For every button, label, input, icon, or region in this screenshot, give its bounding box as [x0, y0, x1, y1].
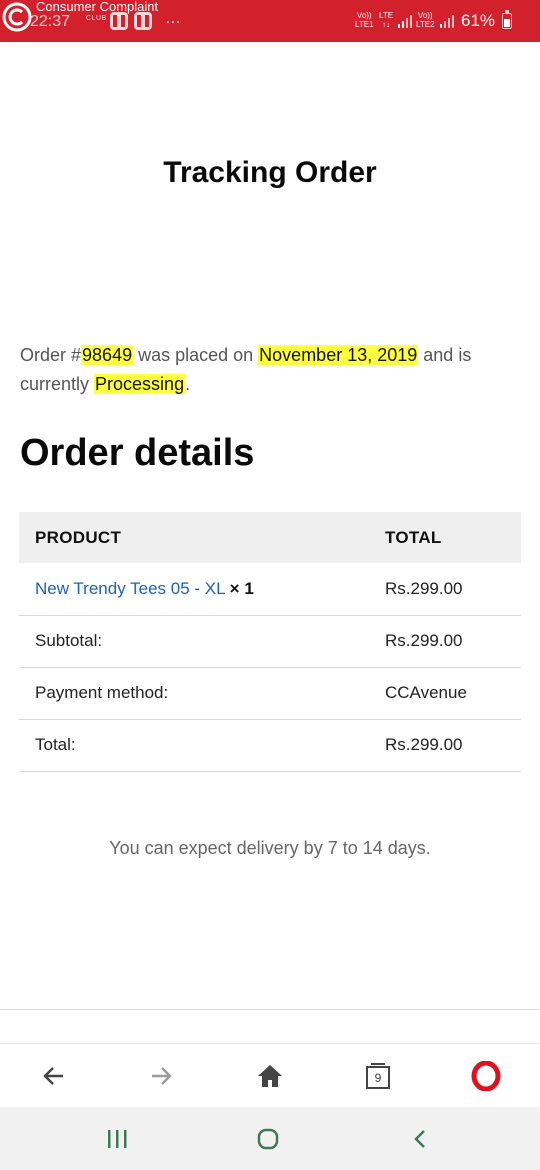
tab-count: 9 — [374, 1071, 382, 1085]
recent-apps-button[interactable] — [87, 1107, 147, 1170]
total-value: Rs.299.00 — [369, 719, 521, 772]
table-row: Total: Rs.299.00 — [19, 719, 521, 772]
product-total: Rs.299.00 — [369, 563, 521, 616]
recent-apps-icon — [108, 1129, 127, 1148]
back-button[interactable] — [24, 1044, 84, 1108]
table-row: Subtotal: Rs.299.00 — [19, 615, 521, 668]
order-number: 98649 — [81, 345, 134, 365]
home-button[interactable] — [240, 1044, 300, 1108]
android-home-button[interactable] — [238, 1107, 298, 1170]
battery-percentage: 61% — [461, 11, 496, 30]
opera-menu-button[interactable] — [456, 1044, 516, 1108]
signal-strength-icon — [398, 15, 412, 28]
back-arrow-icon — [43, 1067, 63, 1085]
android-back-button[interactable] — [390, 1107, 450, 1170]
more-notifications-icon: … — [165, 10, 182, 27]
footer-divider — [0, 1009, 540, 1010]
subtotal-value: Rs.299.00 — [369, 615, 521, 668]
table-row: Payment method: CCAvenue — [19, 667, 521, 720]
lte-data-label: LTE ↑↓ — [379, 11, 394, 29]
clock: 22:37 — [30, 13, 71, 30]
tabs-button[interactable]: 9 — [348, 1044, 408, 1108]
table-row: New Trendy Tees 05 - XL × 1 Rs.299.00 — [19, 563, 521, 616]
club-notification-icon: CLUB — [86, 15, 107, 22]
page-title: Tracking Order — [163, 156, 377, 189]
delivery-note: You can expect delivery by 7 to 14 days. — [109, 838, 431, 858]
consumer-complaint-logo-icon — [2, 2, 32, 32]
home-circle-icon — [257, 1128, 279, 1149]
opera-icon — [471, 1061, 501, 1091]
home-icon — [258, 1065, 282, 1087]
payment-method-label: Payment method: — [19, 667, 369, 720]
sim2-volte-label: Vo)) LTE2 — [416, 11, 435, 29]
summary-placed-text: was placed on — [133, 345, 259, 365]
order-details-heading: Order details — [20, 432, 255, 474]
back-chevron-icon — [414, 1129, 425, 1148]
app-notification-icon — [110, 12, 128, 30]
browser-toolbar: 9 — [0, 1043, 540, 1107]
signal-strength-icon — [440, 15, 454, 28]
app-notification-icon — [134, 12, 152, 30]
sim1-volte-label: Vo)) LTE1 — [355, 11, 374, 29]
android-navigation-bar — [0, 1107, 540, 1170]
product-column-header: PRODUCT — [19, 512, 369, 563]
summary-prefix: Order # — [20, 345, 82, 365]
order-details-table: PRODUCT TOTAL New Trendy Tees 05 - XL × … — [19, 512, 521, 772]
product-cell: New Trendy Tees 05 - XL × 1 — [19, 563, 369, 616]
table-header-row: PRODUCT TOTAL — [19, 512, 521, 563]
product-quantity: × 1 — [229, 578, 254, 598]
forward-button[interactable] — [131, 1044, 191, 1108]
summary-suffix: . — [185, 374, 191, 394]
subtotal-label: Subtotal: — [19, 615, 369, 668]
payment-method-value: CCAvenue — [369, 667, 521, 720]
battery-icon — [502, 10, 512, 29]
total-column-header: TOTAL — [369, 512, 521, 563]
product-link[interactable]: New Trendy Tees 05 - XL — [35, 579, 225, 598]
status-bar: Consumer Complaint 22:37 CLUB … Vo)) LTE… — [0, 0, 540, 42]
order-status: Processing — [94, 374, 186, 394]
order-summary: Order #98649 was placed on November 13, … — [20, 341, 525, 399]
order-date: November 13, 2019 — [258, 345, 419, 365]
total-label: Total: — [19, 719, 369, 772]
forward-arrow-icon — [152, 1067, 172, 1085]
